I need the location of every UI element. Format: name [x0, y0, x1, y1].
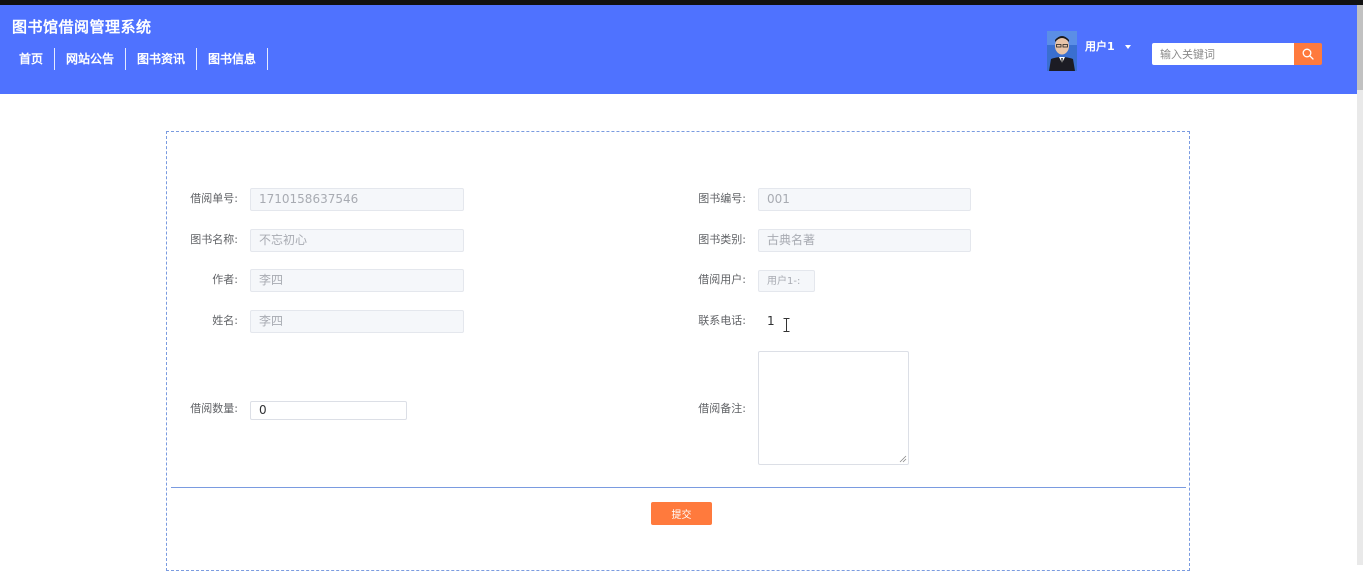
vertical-scrollbar[interactable] [1357, 5, 1363, 565]
phone-label: 联系电话: [698, 314, 746, 327]
user-name[interactable]: 用户1 [1085, 38, 1115, 54]
author-label: 作者: [212, 273, 238, 286]
site-title: 图书馆借阅管理系统 [12, 18, 152, 36]
nav-item-book-news[interactable]: 图书资讯 [126, 48, 198, 70]
quantity-input[interactable]: 0 [250, 401, 407, 420]
main-nav: 首页 网站公告 图书资讯 图书信息 [8, 48, 269, 70]
search-button[interactable] [1294, 43, 1322, 65]
borrow-user-label: 借阅用户: [698, 273, 746, 286]
text-cursor-icon [783, 318, 790, 332]
book-no-label: 图书编号: [698, 192, 746, 205]
book-category-field[interactable]: 古典名著 [758, 229, 971, 252]
search-icon [1302, 48, 1314, 60]
book-name-field[interactable]: 不忘初心 [250, 229, 464, 252]
search-input[interactable] [1152, 43, 1294, 65]
user-avatar[interactable] [1047, 31, 1077, 71]
caret-down-icon[interactable] [1124, 45, 1131, 49]
phone-input[interactable]: 1 [759, 310, 859, 333]
name-field[interactable]: 李四 [250, 310, 464, 333]
remark-textarea[interactable] [758, 351, 909, 465]
name-label: 姓名: [212, 314, 238, 327]
remark-label: 借阅备注: [698, 402, 746, 415]
borrow-user-field[interactable]: 用户1-: [758, 270, 815, 292]
book-category-label: 图书类别: [698, 233, 746, 246]
nav-item-home[interactable]: 首页 [8, 48, 56, 70]
scrollbar-thumb[interactable] [1357, 5, 1363, 90]
book-name-label: 图书名称: [190, 233, 238, 246]
borrow-no-field[interactable]: 1710158637546 [250, 188, 464, 211]
nav-item-announcements[interactable]: 网站公告 [55, 48, 127, 70]
author-field[interactable]: 李四 [250, 269, 464, 292]
borrow-no-label: 借阅单号: [190, 192, 238, 205]
quantity-label: 借阅数量: [190, 402, 238, 415]
submit-button[interactable]: 提交 [651, 502, 712, 525]
nav-item-book-info[interactable]: 图书信息 [197, 48, 269, 70]
avatar-photo-icon [1047, 31, 1077, 71]
book-no-field[interactable]: 001 [758, 188, 971, 211]
resize-handle-icon[interactable] [899, 455, 907, 463]
user-menu[interactable]: 用户1 [1047, 31, 1131, 71]
form-divider [171, 487, 1186, 488]
